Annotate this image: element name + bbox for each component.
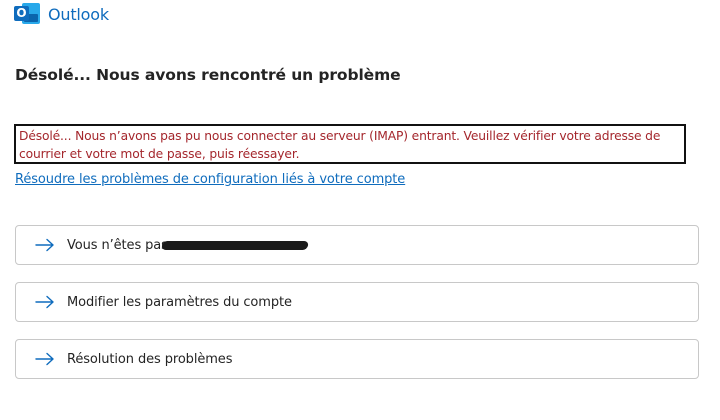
- app-header: O Outlook: [14, 1, 109, 27]
- not-you-label: Vous n’êtes pas: [67, 237, 168, 253]
- arrow-right-icon: [35, 238, 55, 252]
- outlook-logo-icon: O: [14, 1, 40, 27]
- modify-account-settings-label: Modifier les paramètres du compte: [67, 294, 292, 310]
- not-you-button[interactable]: Vous n’êtes pas: [15, 225, 699, 265]
- redacted-email: [161, 240, 309, 250]
- error-message: Désolé... Nous n’avons pas pu nous conne…: [14, 124, 686, 164]
- arrow-right-icon: [35, 352, 55, 366]
- troubleshoot-config-link[interactable]: Résoudre les problèmes de configuration …: [15, 172, 405, 187]
- outlook-error-page: O Outlook Désolé... Nous avons rencontré…: [0, 0, 720, 420]
- arrow-right-icon: [35, 295, 55, 309]
- troubleshooting-button[interactable]: Résolution des problèmes: [15, 339, 699, 379]
- modify-account-settings-button[interactable]: Modifier les paramètres du compte: [15, 282, 699, 322]
- app-title: Outlook: [48, 4, 109, 24]
- page-title: Désolé... Nous avons rencontré un problè…: [15, 66, 401, 84]
- troubleshooting-label: Résolution des problèmes: [67, 351, 233, 367]
